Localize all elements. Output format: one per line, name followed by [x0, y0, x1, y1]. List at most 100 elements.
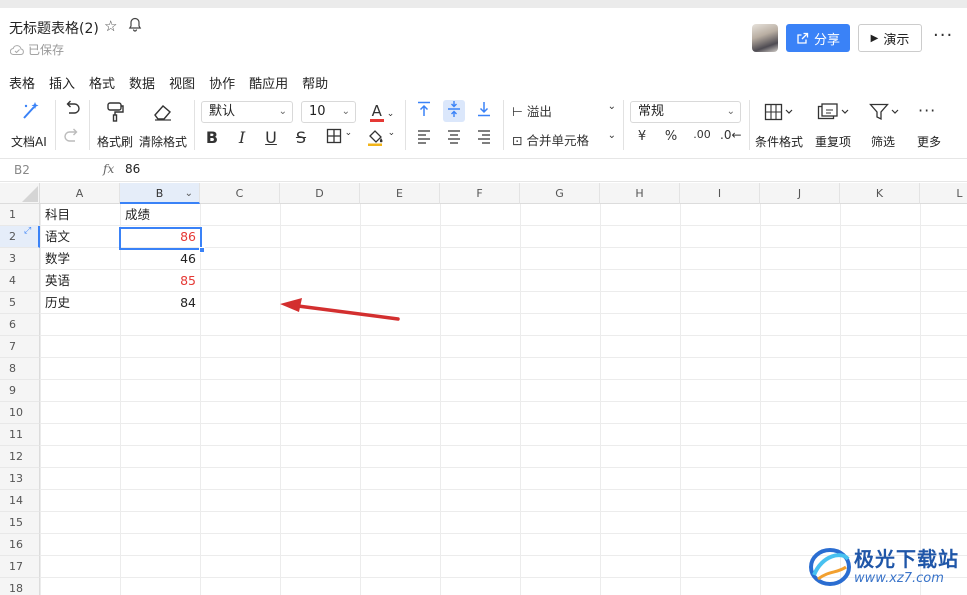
column-header-B[interactable]: B ⌄ — [120, 183, 200, 204]
cell-A5[interactable]: 历史 — [41, 292, 120, 314]
row-header-16[interactable]: 16 — [0, 534, 40, 556]
column-header-C[interactable]: C — [200, 183, 280, 204]
column-header-H[interactable]: H — [600, 183, 680, 204]
merge-cells-button[interactable]: ⊡ 合并单元格 ⌄ — [512, 130, 618, 152]
cell-A4[interactable]: 英语 — [41, 270, 120, 292]
more-options-button[interactable]: ··· — [933, 25, 953, 46]
cell-B3[interactable]: 46 — [121, 248, 200, 270]
cell-B2[interactable]: 86 — [121, 226, 200, 248]
row-header-14[interactable]: 14 — [0, 490, 40, 512]
strikethrough-icon[interactable]: S — [292, 128, 310, 147]
row-header-7[interactable]: 7 — [0, 336, 40, 358]
cell-B5[interactable]: 84 — [121, 292, 200, 314]
row-header-10[interactable]: 10 — [0, 402, 40, 424]
document-title[interactable]: 无标题表格(2) — [9, 18, 99, 38]
percent-format-button[interactable]: % — [662, 129, 680, 144]
borders-button[interactable]: ⌄ — [322, 128, 356, 148]
row-header-11[interactable]: 11 — [0, 424, 40, 446]
doc-ai-label: 文档AI — [11, 135, 47, 149]
increase-decimal-button[interactable]: .00 — [690, 128, 714, 141]
cell-B4[interactable]: 85 — [121, 270, 200, 292]
column-header-E[interactable]: E — [360, 183, 440, 204]
conditional-format-label: 条件格式 — [755, 135, 804, 149]
menu-data[interactable]: 数据 — [120, 76, 160, 96]
font-color-button[interactable]: A ⌄ — [366, 102, 398, 122]
align-right-icon[interactable] — [473, 128, 495, 148]
currency-format-button[interactable]: ¥ — [633, 129, 651, 144]
row-header-4[interactable]: 4 — [0, 270, 40, 292]
font-size-select[interactable]: 10 ⌄ — [301, 101, 356, 123]
align-top-icon[interactable] — [413, 100, 435, 122]
menu-cool-apps[interactable]: 酷应用 — [240, 76, 293, 96]
share-button[interactable]: 分享 — [786, 24, 850, 52]
formula-input[interactable]: 86 — [125, 162, 140, 176]
expand-row-icon[interactable]: ⤢ — [24, 226, 31, 236]
menu-collaborate[interactable]: 协作 — [200, 76, 240, 96]
redo-icon[interactable] — [62, 128, 82, 148]
menu-view[interactable]: 视图 — [160, 76, 200, 96]
row-header-1[interactable]: 1 — [0, 204, 40, 226]
text-wrap-value: 溢出 — [526, 104, 552, 119]
font-family-select[interactable]: 默认 ⌄ — [201, 101, 293, 123]
spreadsheet-grid[interactable]: A B ⌄ C D E F G H I J K L 1 2 ⤢ 3 4 5 6 7 8 9 10 11 12 13 14 15 16 17… — [0, 183, 967, 595]
decrease-decimal-button[interactable]: .0← — [720, 128, 742, 142]
column-header-G[interactable]: G — [520, 183, 600, 204]
undo-icon[interactable] — [62, 100, 82, 120]
bell-icon[interactable] — [128, 17, 142, 36]
doc-ai-button[interactable]: 文档AI — [10, 99, 50, 151]
format-painter-button[interactable]: 格式刷 — [95, 99, 135, 151]
column-header-I[interactable]: I — [680, 183, 760, 204]
row-header-8[interactable]: 8 — [0, 358, 40, 380]
align-center-icon[interactable] — [443, 128, 465, 148]
column-header-K[interactable]: K — [840, 183, 920, 204]
column-header-L[interactable]: L — [920, 183, 967, 204]
chevron-down-icon[interactable]: ⌄ — [185, 183, 193, 204]
menu-help[interactable]: 帮助 — [293, 76, 333, 96]
window-top-strip — [0, 0, 967, 8]
present-button[interactable]: ▶ 演示 — [858, 24, 922, 52]
grid-vline — [200, 204, 201, 595]
underline-icon[interactable]: U — [262, 128, 280, 147]
row-header-18[interactable]: 18 — [0, 578, 40, 595]
row-header-3[interactable]: 3 — [0, 248, 40, 270]
row-header-13[interactable]: 13 — [0, 468, 40, 490]
row-header-12[interactable]: 12 — [0, 446, 40, 468]
cell-A2[interactable]: 语文 — [41, 226, 120, 248]
italic-icon[interactable]: I — [233, 128, 251, 147]
menu-table[interactable]: 表格 — [0, 76, 40, 96]
cell-B1[interactable]: 成绩 — [121, 204, 200, 226]
bold-icon[interactable]: B — [203, 128, 221, 147]
cell-A1[interactable]: 科目 — [41, 204, 120, 226]
column-header-F[interactable]: F — [440, 183, 520, 204]
align-middle-icon[interactable] — [443, 100, 465, 122]
clear-format-button[interactable]: 清除格式 — [138, 99, 190, 151]
chevron-down-icon: ⌄ — [726, 106, 735, 117]
menu-insert[interactable]: 插入 — [40, 76, 80, 96]
conditional-format-button[interactable]: 条件格式 — [754, 99, 806, 151]
cell-A3[interactable]: 数学 — [41, 248, 120, 270]
number-format-select[interactable]: 常规 ⌄ — [630, 101, 741, 123]
star-icon[interactable]: ☆ — [104, 17, 117, 35]
row-header-15[interactable]: 15 — [0, 512, 40, 534]
filter-button[interactable]: 筛选 — [864, 99, 904, 151]
align-left-icon[interactable] — [413, 128, 435, 148]
more-tools-button[interactable]: ··· 更多 — [913, 99, 947, 151]
row-header-9[interactable]: 9 — [0, 380, 40, 402]
duplicates-button[interactable]: 重复项 — [813, 99, 857, 151]
row-header-2[interactable]: 2 — [0, 226, 40, 248]
row-header-5[interactable]: 5 — [0, 292, 40, 314]
column-header-A[interactable]: A — [40, 183, 120, 204]
fill-handle[interactable] — [199, 247, 205, 253]
cell-reference-box[interactable]: B2 — [14, 163, 30, 177]
row-header-6[interactable]: 6 — [0, 314, 40, 336]
fill-color-button[interactable]: ⌄ — [364, 128, 398, 150]
column-header-D[interactable]: D — [280, 183, 360, 204]
row-header-17[interactable]: 17 — [0, 556, 40, 578]
menu-format[interactable]: 格式 — [80, 76, 120, 96]
select-all-corner[interactable] — [0, 183, 40, 204]
align-bottom-icon[interactable] — [473, 100, 495, 122]
column-header-J[interactable]: J — [760, 183, 840, 204]
avatar[interactable] — [752, 24, 778, 52]
text-wrap-select[interactable]: ⊢ 溢出 ⌄ — [512, 101, 618, 123]
toolbar-divider — [55, 100, 56, 150]
